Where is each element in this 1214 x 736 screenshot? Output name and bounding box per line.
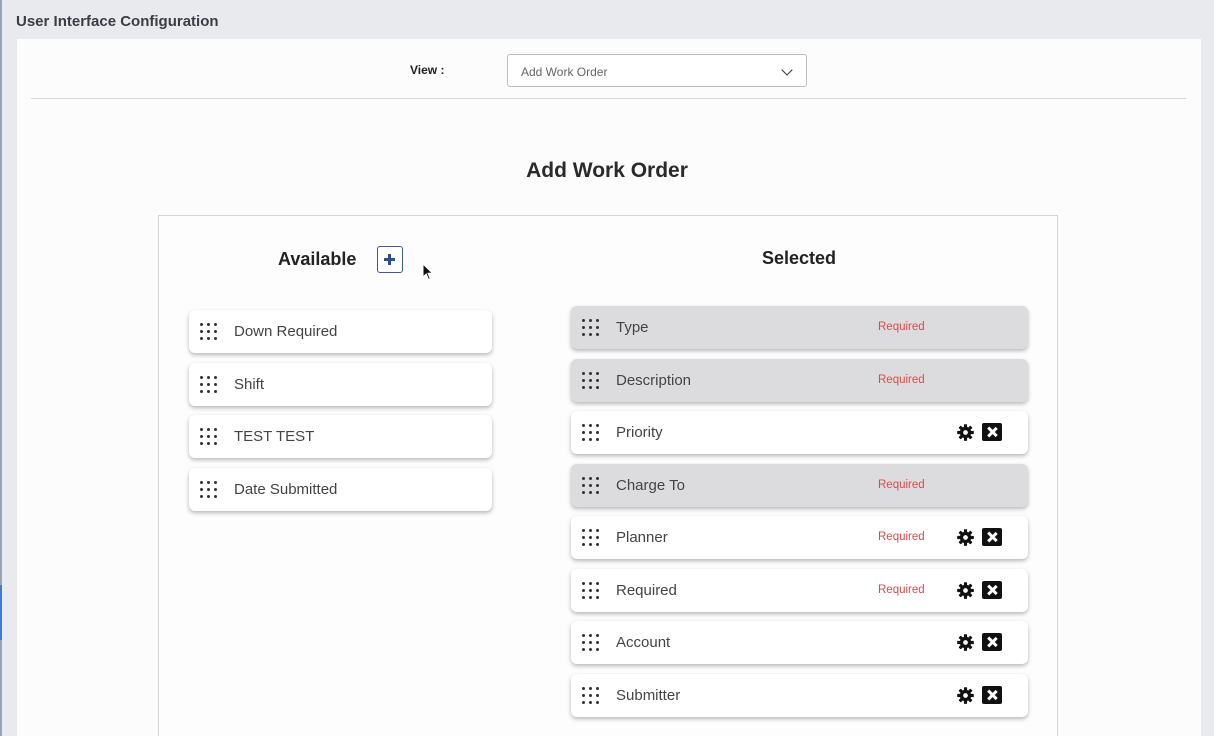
selected-field-card[interactable]: Description Required [571, 358, 1028, 402]
selected-field-card[interactable]: Charge To Required [571, 463, 1028, 507]
gear-icon[interactable] [956, 633, 975, 652]
remove-field-icon[interactable] [982, 528, 1002, 546]
field-label: Submitter [616, 686, 681, 704]
gear-icon[interactable] [956, 581, 975, 600]
required-tag: Required [878, 321, 925, 333]
drag-handle-icon[interactable] [581, 423, 601, 442]
selected-field-card[interactable]: Account [571, 621, 1028, 664]
available-field-card[interactable]: Date Submitted [189, 467, 492, 511]
field-label: Date Submitted [234, 480, 338, 498]
gear-icon[interactable] [956, 686, 975, 705]
remove-field-icon[interactable] [982, 633, 1002, 651]
field-label: Priority [616, 424, 663, 441]
drag-handle-icon[interactable] [581, 476, 601, 495]
gear-icon[interactable] [956, 423, 975, 442]
view-select-value: Add Work Order [521, 65, 608, 79]
field-label: Required [616, 581, 677, 599]
field-label: Type [616, 319, 649, 336]
available-field-card[interactable]: TEST TEST [189, 415, 492, 458]
selected-field-card[interactable]: Planner Required [571, 516, 1028, 559]
drag-handle-icon[interactable] [199, 427, 219, 446]
view-label: View : [410, 63, 445, 77]
form-title: Add Work Order [526, 159, 688, 182]
field-label: Planner [616, 529, 668, 546]
drag-handle-icon[interactable] [581, 686, 601, 705]
available-field-card[interactable]: Down Required [189, 310, 492, 353]
required-tag: Required [878, 373, 925, 386]
drag-handle-icon[interactable] [199, 480, 219, 499]
drag-handle-icon[interactable] [199, 322, 219, 341]
available-heading: Available [278, 249, 357, 269]
add-field-button[interactable] [377, 246, 403, 273]
selected-heading: Selected [762, 248, 837, 268]
drag-handle-icon[interactable] [581, 581, 601, 600]
chevron-down-icon [781, 64, 793, 76]
mouse-cursor-icon [422, 263, 434, 281]
selected-field-card[interactable]: Required Required [571, 568, 1028, 612]
drag-handle-icon[interactable] [581, 633, 601, 652]
drag-handle-icon[interactable] [581, 318, 601, 337]
field-label: Down Required [234, 323, 338, 340]
required-tag: Required [878, 478, 925, 491]
selected-field-card[interactable]: Priority [571, 411, 1028, 454]
field-label: Shift [234, 375, 265, 393]
remove-field-icon[interactable] [982, 423, 1002, 441]
required-tag: Required [878, 583, 925, 596]
drag-handle-icon[interactable] [581, 371, 601, 390]
field-label: Account [616, 634, 671, 651]
selected-field-card[interactable]: Type Required [571, 306, 1028, 349]
selected-field-card[interactable]: Submitter [571, 673, 1028, 717]
remove-field-icon[interactable] [982, 685, 1002, 704]
required-tag: Required [878, 531, 925, 543]
drag-handle-icon[interactable] [581, 528, 601, 547]
header-divider [31, 98, 1186, 99]
view-select[interactable]: Add Work Order [507, 54, 807, 87]
field-label: Description [616, 371, 692, 389]
available-field-card[interactable]: Shift [189, 362, 492, 406]
drag-handle-icon[interactable] [199, 375, 219, 394]
field-label: TEST TEST [234, 428, 315, 445]
remove-field-icon[interactable] [982, 580, 1002, 599]
page-title: User Interface Configuration [16, 13, 219, 30]
window-edge-accent [0, 585, 2, 640]
field-label: Charge To [616, 476, 685, 494]
gear-icon[interactable] [956, 528, 975, 547]
